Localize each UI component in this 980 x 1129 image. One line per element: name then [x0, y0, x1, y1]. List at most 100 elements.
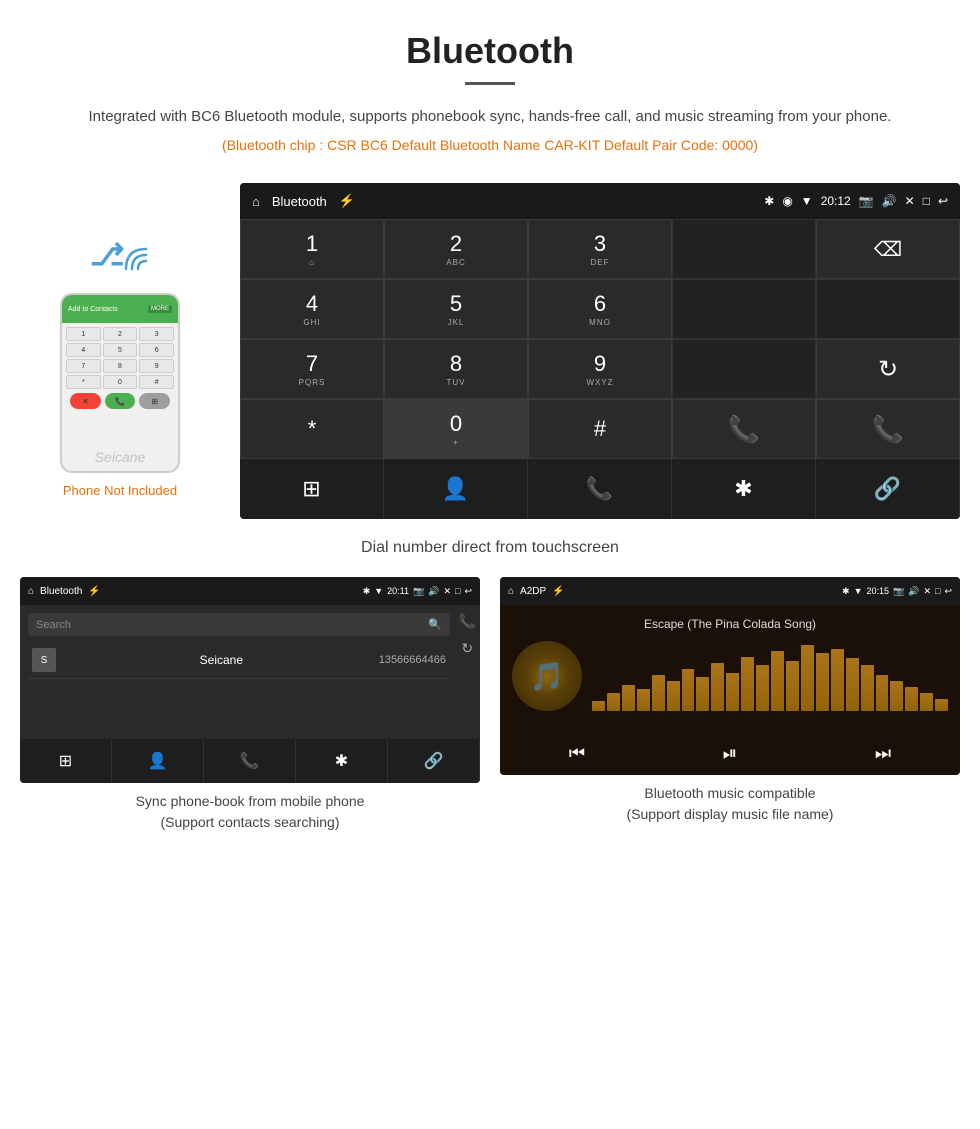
phonebook-nav-person[interactable]: 👤 [112, 739, 204, 783]
bt-status-icon: ✱ [764, 194, 774, 208]
screen-app-name: Bluetooth [272, 194, 327, 209]
phone-extra-key: ⊞ [139, 393, 170, 409]
phone-key-hash: # [139, 375, 174, 389]
signal-arcs [118, 241, 154, 282]
page-title: Bluetooth [40, 30, 940, 72]
phone-app-label: Add to Contacts [68, 306, 118, 313]
music-win: □ [935, 586, 940, 596]
music-home-icon[interactable]: ⌂ [508, 586, 514, 597]
nav-contacts[interactable]: 👤 [384, 459, 528, 519]
phone-key-0: 0 [103, 375, 138, 389]
phonebook-status-bar: ⌂ Bluetooth ⚡ ✱ ▼ 20:11 📷 🔊 ✕ □ ↩ [20, 577, 480, 605]
phonebook-home-icon[interactable]: ⌂ [28, 586, 34, 597]
phonebook-screen: ⌂ Bluetooth ⚡ ✱ ▼ 20:11 📷 🔊 ✕ □ ↩ [20, 577, 480, 783]
dial-key-8[interactable]: 8TUV [384, 339, 528, 399]
viz-bar [652, 675, 665, 711]
side-sync-icon[interactable]: ↻ [459, 640, 476, 657]
mute-icon: ✕ [905, 194, 915, 208]
dial-key-2[interactable]: 2ABC [384, 219, 528, 279]
phone-key-5: 5 [103, 343, 138, 357]
music-cam: 📷 [893, 586, 904, 597]
music-time: 20:15 [867, 586, 890, 596]
phonebook-back[interactable]: ↩ [464, 586, 472, 597]
nav-link[interactable]: 🔗 [816, 459, 960, 519]
dial-key-call[interactable]: 📞 [672, 399, 816, 459]
music-note-icon: 🎵 [530, 660, 565, 693]
side-call-icon[interactable]: 📞 [459, 613, 476, 630]
viz-bar [890, 681, 903, 711]
back-icon[interactable]: ↩ [938, 194, 948, 208]
dial-key-hash[interactable]: # [528, 399, 672, 459]
search-icon[interactable]: 🔍 [428, 618, 442, 631]
music-visualizer [592, 641, 948, 711]
phone-key-6: 6 [139, 343, 174, 357]
dial-key-1[interactable]: 1⌂ [240, 219, 384, 279]
viz-bar [637, 689, 650, 711]
dial-key-end-call[interactable]: 📞 [816, 399, 960, 459]
viz-bar [711, 663, 724, 711]
viz-bar [607, 693, 620, 711]
dial-key-4[interactable]: 4GHI [240, 279, 384, 339]
viz-bar [741, 657, 754, 711]
nav-dialpad[interactable]: ⊞ [240, 459, 384, 519]
nav-bluetooth[interactable]: ✱ [672, 459, 816, 519]
search-bar[interactable]: Search 🔍 [28, 613, 450, 636]
play-pause-button[interactable]: ⏯ [723, 743, 737, 764]
phonebook-caption: Sync phone-book from mobile phone (Suppo… [20, 791, 480, 833]
music-controls: ⏮ ⏯ ⏭ [500, 731, 960, 775]
dial-key-empty-4 [672, 339, 816, 399]
phonebook-nav-grid[interactable]: ⊞ [20, 739, 112, 783]
status-left: ⌂ Bluetooth ⚡ [252, 193, 355, 209]
music-back[interactable]: ↩ [944, 586, 952, 597]
dialpad-grid: 1⌂ 2ABC 3DEF ⌫ 4GHI 5JKL 6MNO [240, 219, 960, 459]
viz-bar [592, 701, 605, 711]
phonebook-content: Search 🔍 S Seicane 13566664466 📞 ↻ [20, 605, 480, 679]
viz-bar [622, 685, 635, 711]
dial-key-0[interactable]: 0+ [384, 399, 528, 459]
next-button[interactable]: ⏭ [875, 743, 891, 764]
dial-key-6[interactable]: 6MNO [528, 279, 672, 339]
bluetooth-signal-area: ⎇ [80, 223, 160, 283]
phone-key-7: 7 [66, 359, 101, 373]
contact-avatar: S [32, 648, 56, 672]
dial-key-5[interactable]: 5JKL [384, 279, 528, 339]
usb-icon: ⚡ [339, 193, 355, 209]
viz-bar [756, 665, 769, 711]
phonebook-app-name: Bluetooth [40, 586, 82, 597]
dial-key-backspace[interactable]: ⌫ [816, 219, 960, 279]
dial-key-9[interactable]: 9WXYZ [528, 339, 672, 399]
phonebook-bt: ✱ [363, 586, 371, 597]
music-status-bar: ⌂ A2DP ⚡ ✱ ▼ 20:15 📷 🔊 ✕ □ ↩ [500, 577, 960, 605]
music-usb: ⚡ [552, 586, 564, 597]
home-icon[interactable]: ⌂ [252, 194, 260, 209]
phone-key-8: 8 [103, 359, 138, 373]
dial-key-star[interactable]: * [240, 399, 384, 459]
dial-key-3[interactable]: 3DEF [528, 219, 672, 279]
viz-bar [905, 687, 918, 711]
dial-key-empty-2 [672, 279, 816, 339]
phonebook-vol: 🔊 [428, 586, 439, 597]
large-car-screen-wrapper: ⌂ Bluetooth ⚡ ✱ ◉ ▼ 20:12 📷 🔊 ✕ □ ↩ [240, 183, 960, 519]
prev-button[interactable]: ⏮ [569, 743, 585, 764]
nav-call[interactable]: 📞 [528, 459, 672, 519]
viz-bar [726, 673, 739, 711]
viz-bar [696, 677, 709, 711]
contact-row[interactable]: S Seicane 13566664466 [28, 642, 450, 679]
phonebook-usb: ⚡ [88, 586, 100, 597]
phonebook-win: □ [455, 586, 460, 596]
phonebook-mute: ✕ [443, 586, 451, 597]
music-vol: 🔊 [908, 586, 919, 597]
camera-icon: 📷 [859, 194, 874, 208]
large-car-screen: ⌂ Bluetooth ⚡ ✱ ◉ ▼ 20:12 📷 🔊 ✕ □ ↩ [240, 183, 960, 519]
dial-key-7[interactable]: 7PQRS [240, 339, 384, 399]
status-right: ✱ ◉ ▼ 20:12 📷 🔊 ✕ □ ↩ [764, 194, 948, 208]
large-screen-caption: Dial number direct from touchscreen [0, 539, 980, 557]
dial-key-sync[interactable]: ↻ [816, 339, 960, 399]
viz-bar [876, 675, 889, 711]
phonebook-nav-call[interactable]: 📞 [204, 739, 296, 783]
phone-top-bar: Add to Contacts MORE [62, 295, 178, 323]
phonebook-nav-bt[interactable]: ✱ [296, 739, 388, 783]
phone-key-star: * [66, 375, 101, 389]
viz-bar [846, 658, 859, 711]
phonebook-nav-link[interactable]: 🔗 [388, 739, 480, 783]
